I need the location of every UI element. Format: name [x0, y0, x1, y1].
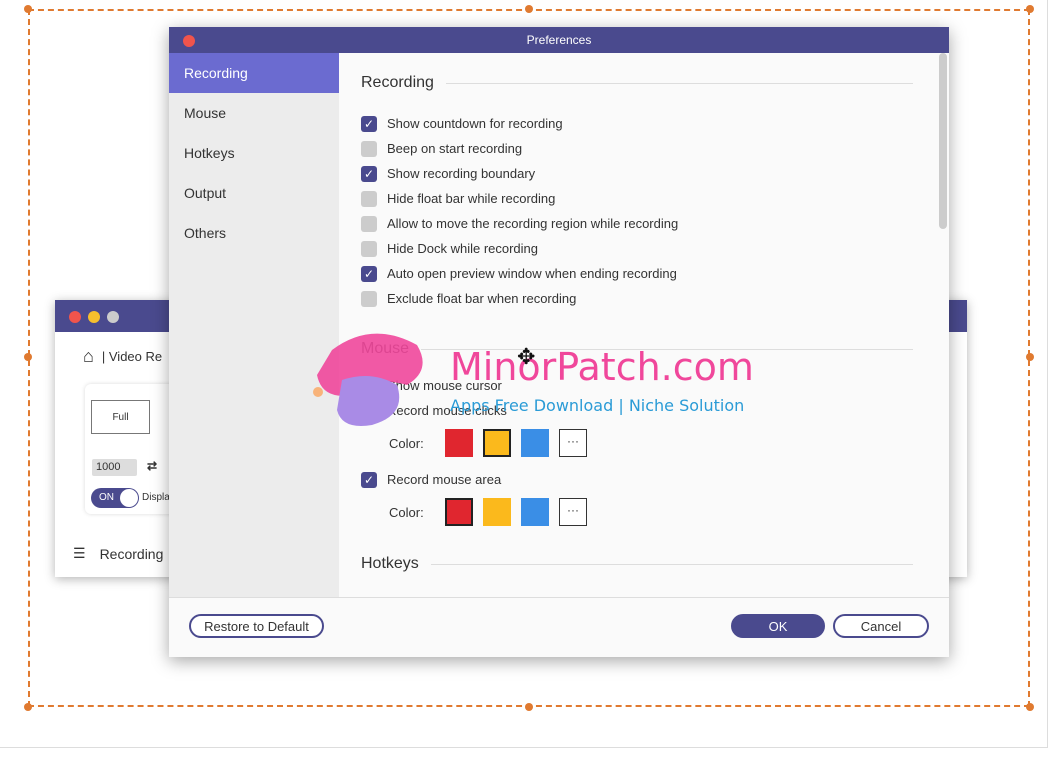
watermark-logo-icon	[313, 333, 423, 426]
resize-handle[interactable]	[1026, 5, 1034, 13]
resize-handle[interactable]	[24, 5, 32, 13]
watermark-subtitle: Apps Free Download | Niche Solution	[450, 396, 745, 415]
scrollbar[interactable]	[939, 53, 947, 229]
restore-default-button[interactable]: Restore to Default	[189, 614, 324, 638]
color-swatch-red[interactable]	[445, 429, 473, 457]
recording-option[interactable]: ✓ Show recording boundary	[361, 161, 937, 186]
preferences-sidebar: Recording Mouse Hotkeys Output Others	[169, 53, 339, 597]
option-label: Auto open preview window when ending rec…	[387, 266, 677, 281]
recording-option[interactable]: Hide float bar while recording	[361, 186, 937, 211]
area-color-picker: Color: ···	[361, 492, 937, 532]
option-label: Hide float bar while recording	[387, 191, 556, 206]
checkbox[interactable]	[361, 290, 377, 307]
recording-option[interactable]: Exclude float bar when recording	[361, 286, 937, 311]
more-colors-button[interactable]: ···	[559, 429, 587, 457]
close-button[interactable]	[69, 311, 81, 323]
sidebar-item-others[interactable]: Others	[169, 213, 339, 253]
sidebar-item-hotkeys[interactable]: Hotkeys	[169, 133, 339, 173]
zoom-button[interactable]	[107, 311, 119, 323]
color-swatch-red[interactable]	[445, 498, 473, 526]
recording-list-label[interactable]: Recording	[100, 546, 164, 562]
checkbox[interactable]	[361, 190, 377, 207]
recording-option[interactable]: Beep on start recording	[361, 136, 937, 161]
move-cursor-icon: ✥	[517, 344, 536, 369]
resize-handle[interactable]	[525, 703, 533, 711]
sidebar-item-mouse[interactable]: Mouse	[169, 93, 339, 133]
checkbox[interactable]: ✓	[361, 471, 377, 488]
checkbox[interactable]	[361, 140, 377, 157]
option-label: Show countdown for recording	[387, 116, 563, 131]
display-label: Displa	[142, 492, 170, 503]
minimize-button[interactable]	[88, 311, 100, 323]
breadcrumb: ⌂ | Video Re	[83, 346, 162, 367]
toggle-label: ON	[99, 492, 114, 503]
color-swatch-blue[interactable]	[521, 498, 549, 526]
resize-handle[interactable]	[24, 353, 32, 361]
option-label: Allow to move the recording region while…	[387, 216, 679, 231]
checkbox[interactable]	[361, 240, 377, 257]
option-label: Beep on start recording	[387, 141, 523, 156]
cancel-button[interactable]: Cancel	[833, 614, 929, 638]
watermark-title: MinorPatch.com	[450, 345, 754, 389]
option-label: Record mouse area	[387, 472, 502, 487]
resize-handle[interactable]	[24, 703, 32, 711]
full-label: Full	[112, 411, 129, 423]
section-heading: Hotkeys	[361, 554, 937, 574]
color-label: Color:	[389, 435, 424, 451]
checkbox[interactable]: ✓	[361, 115, 377, 132]
color-label: Color:	[389, 504, 424, 520]
checkbox[interactable]: ✓	[361, 265, 377, 282]
preferences-dialog: Preferences Recording Mouse Hotkeys Outp…	[169, 27, 949, 657]
resize-handle[interactable]	[1026, 703, 1034, 711]
option-label: Exclude float bar when recording	[387, 291, 577, 306]
dialog-title: Preferences	[526, 33, 592, 47]
preferences-content: Recording ✓ Show countdown for recording B…	[339, 53, 937, 597]
option-label: Show recording boundary	[387, 166, 536, 181]
section-heading: Recording	[361, 73, 937, 93]
recording-option[interactable]: ✓ Auto open preview window when ending re…	[361, 261, 937, 286]
ok-button[interactable]: OK	[731, 614, 825, 638]
recording-option[interactable]: Allow to move the recording region while…	[361, 211, 937, 236]
option-label: Hide Dock while recording	[387, 241, 539, 256]
recording-option[interactable]: Hide Dock while recording	[361, 236, 937, 261]
width-input[interactable]: 1000	[92, 459, 137, 476]
color-swatch-yellow[interactable]	[483, 429, 511, 457]
click-color-picker: Color: ···	[361, 423, 937, 463]
link-icon[interactable]: ⇄	[147, 459, 157, 473]
color-swatch-blue[interactable]	[521, 429, 549, 457]
option-record-area[interactable]: ✓ Record mouse area	[361, 467, 937, 492]
sidebar-item-output[interactable]: Output	[169, 173, 339, 213]
recording-option[interactable]: ✓ Show countdown for recording	[361, 111, 937, 136]
home-icon[interactable]: ⌂	[83, 346, 94, 367]
main-footer: ☰ Recording	[73, 545, 163, 562]
full-screen-option[interactable]: Full	[91, 400, 150, 434]
color-swatch-yellow[interactable]	[483, 498, 511, 526]
resize-handle[interactable]	[1026, 353, 1034, 361]
sidebar-item-recording[interactable]: Recording	[169, 53, 339, 93]
preferences-titlebar: Preferences	[169, 27, 949, 53]
checkbox[interactable]	[361, 215, 377, 232]
list-icon[interactable]: ☰	[73, 545, 86, 562]
resize-handle[interactable]	[525, 5, 533, 13]
close-button[interactable]	[183, 35, 195, 47]
checkbox[interactable]: ✓	[361, 165, 377, 182]
more-colors-button[interactable]: ···	[559, 498, 587, 526]
display-toggle[interactable]: ON	[91, 488, 139, 508]
breadcrumb-label: | Video Re	[101, 349, 163, 364]
dialog-footer: Restore to Default OK Cancel	[169, 597, 949, 657]
